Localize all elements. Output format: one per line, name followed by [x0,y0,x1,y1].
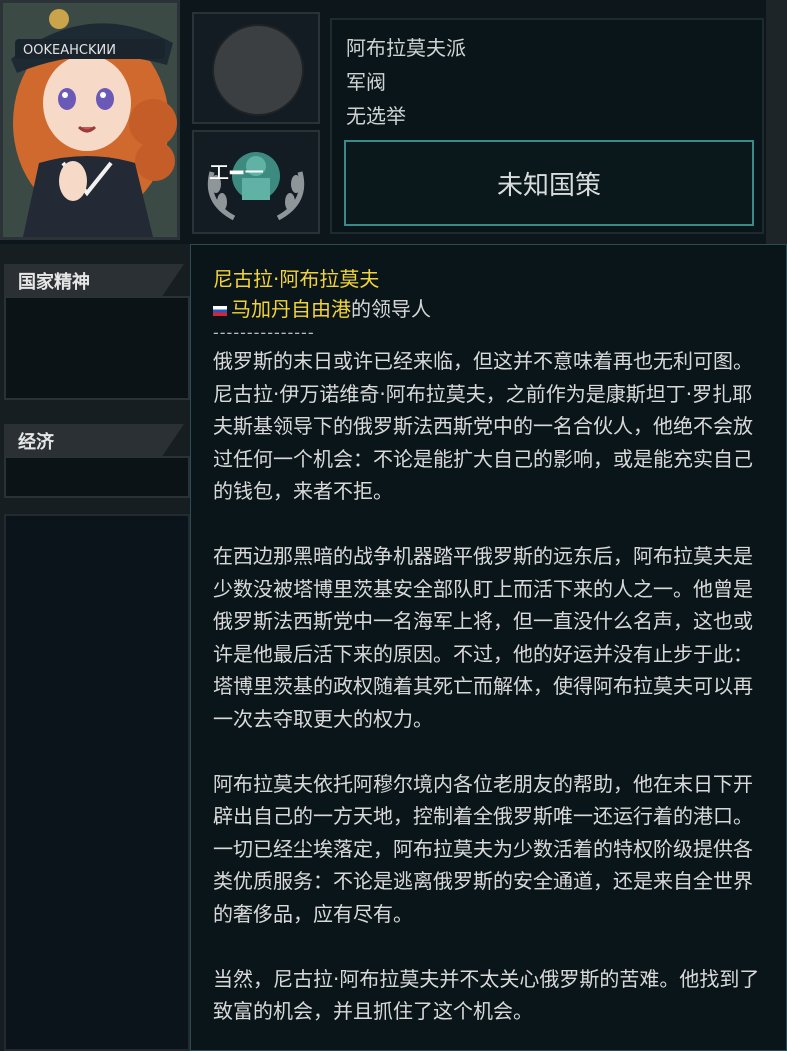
leader-role: 马加丹自由港的领导人 [213,293,431,322]
ideology-label: 军阀 [346,70,386,94]
national-policy-label: 未知国策 [496,170,601,201]
party-name: 阿布拉莫夫派 [346,36,466,60]
leader-name: 尼古拉·阿布拉莫夫 [213,267,380,291]
government-info-box: 阿布拉莫夫派 军阀 无选举 未知国策 [330,18,764,234]
party-laurel-icon: エ━ー [207,152,305,221]
lower-info-panel [4,514,190,1051]
country-name: 马加丹自由港 [231,297,351,321]
national-spirit-panel[interactable] [4,296,190,400]
party-badge-slot[interactable]: エ━ー [192,130,320,234]
role-suffix: 的领导人 [351,297,431,321]
window-edge [766,0,787,244]
national-policy-button[interactable]: 未知国策 [344,140,754,226]
biography-paragraph: 当然，尼古拉·阿布拉莫夫并不太关心俄罗斯的苦难。他找到了致富的机会，并且抓住了这… [213,966,760,1024]
leader-biography: 俄罗斯的末日或许已经来临，但这并不意味着再也无利可图。尼古拉·伊万诺维奇·阿布拉… [213,345,769,1051]
tooltip-separator: --------------- [213,323,315,342]
svg-text:OOKEAHCKИИ: OOKEAHCKИИ [23,43,116,58]
empty-emblem-icon [212,24,304,116]
left-sidebar: 国家精神 经济 [0,244,192,1051]
national-spirit-label: 国家精神 [18,272,90,293]
country-flag-icon [213,305,227,316]
biography-paragraph: 俄罗斯的末日或许已经来临，但这并不意味着再也无利可图。尼古拉·伊万诺维奇·阿布拉… [213,349,753,503]
national-spirit-header: 国家精神 [4,264,184,296]
economy-label: 经济 [18,432,54,453]
country-emblem-slot[interactable] [192,12,320,124]
biography-paragraph: 在西边那黑暗的战争机器踏平俄罗斯的远东后，阿布拉莫夫是少数没被塔博里茨基安全部队… [213,544,753,731]
svg-text:エ━ー: エ━ー [208,161,265,186]
leader-portrait[interactable]: OOKEAHCKИИ [0,0,180,240]
economy-panel[interactable] [4,456,190,498]
biography-paragraph: 阿布拉莫夫依托阿穆尔境内各位老朋友的帮助，他在末日下开辟出自己的一方天地，控制着… [213,771,753,926]
leader-portrait-image: OOKEAHCKИИ [3,3,177,237]
election-status: 无选举 [346,104,406,128]
leader-tooltip: 尼古拉·阿布拉莫夫 马加丹自由港的领导人 --------------- 俄罗斯… [190,244,787,1051]
economy-header: 经济 [4,424,184,456]
